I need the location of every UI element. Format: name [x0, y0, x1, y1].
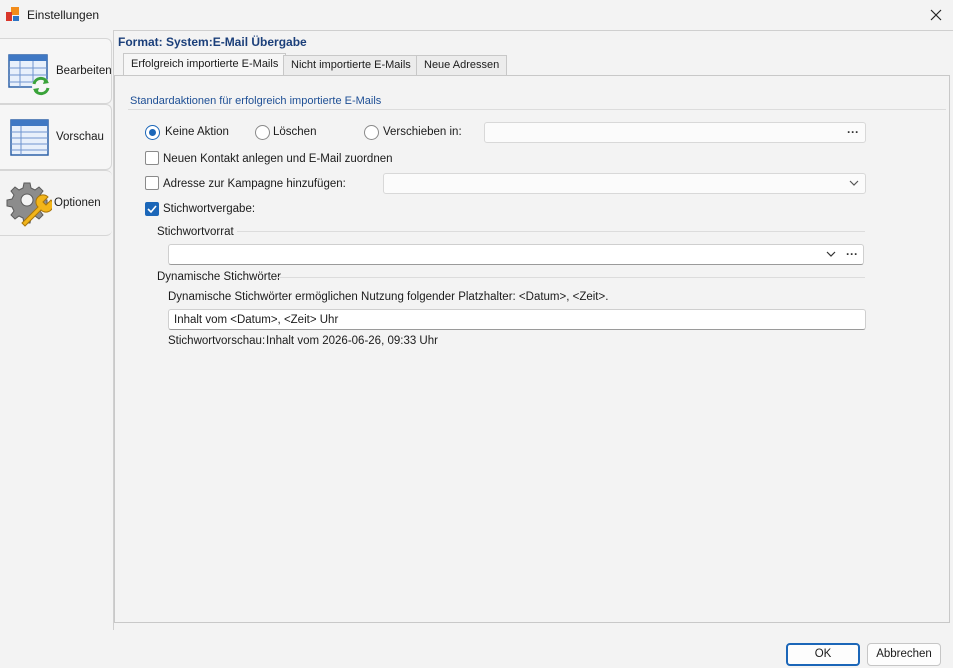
close-icon: [930, 9, 941, 21]
tab-nicht-importierte[interactable]: Nicht importierte E-Mails: [283, 55, 419, 75]
ok-button[interactable]: OK: [786, 643, 860, 666]
browse-button[interactable]: ···: [847, 125, 859, 139]
dynamic-keywords-input[interactable]: Inhalt vom <Datum>, <Zeit> Uhr: [168, 309, 866, 330]
format-title: Format: System:E-Mail Übergabe: [118, 35, 307, 49]
window-title: Einstellungen: [27, 8, 100, 22]
radio-verschieben[interactable]: [364, 125, 379, 140]
table-preview-icon: [10, 119, 49, 156]
radio-keine-aktion-label: Keine Aktion: [165, 126, 229, 138]
close-button[interactable]: [918, 0, 953, 30]
dynamic-keywords-divider: [275, 277, 865, 278]
sidebar-item-bearbeiten[interactable]: Bearbeiten: [0, 38, 112, 104]
app-logo-icon: [6, 7, 20, 21]
sidebar: Bearbeiten Vorschau Optionen: [0, 30, 113, 630]
radio-verschieben-label: Verschieben in:: [383, 126, 462, 138]
chevron-down-icon: [826, 251, 836, 257]
checkmark-icon: [147, 205, 157, 214]
radio-loeschen-label: Löschen: [273, 126, 317, 138]
group-title: Standardaktionen für erfolgreich importi…: [130, 95, 382, 107]
keyword-pool-browse-button[interactable]: ···: [846, 247, 858, 261]
keyword-pool-title: Stichwortvorrat: [157, 226, 234, 238]
tab-neue-adressen[interactable]: Neue Adressen: [416, 55, 508, 75]
keywords-label: Stichwortvergabe:: [163, 203, 256, 215]
keyword-pool-select[interactable]: ···: [168, 244, 864, 265]
title-bar: Einstellungen: [0, 0, 953, 30]
sidebar-item-label: Bearbeiten: [56, 65, 112, 77]
group-divider: [128, 109, 946, 110]
move-target-field[interactable]: ···: [484, 122, 866, 143]
sidebar-item-vorschau[interactable]: Vorschau: [0, 104, 112, 170]
keyword-preview-value: Inhalt vom 2026-06-26, 09:33 Uhr: [266, 335, 438, 347]
radio-loeschen[interactable]: [255, 125, 270, 140]
campaign-checkbox[interactable]: [145, 176, 159, 190]
table-refresh-icon: [8, 54, 50, 96]
tab-erfolgreich-importierte[interactable]: Erfolgreich importierte E-Mails: [123, 53, 287, 75]
campaign-select[interactable]: [383, 173, 866, 194]
dynamic-keywords-title: Dynamische Stichwörter: [157, 271, 281, 283]
keyword-pool-divider: [237, 231, 865, 232]
sidebar-item-label: Vorschau: [56, 131, 104, 143]
keywords-checkbox[interactable]: [145, 202, 159, 216]
sidebar-item-label: Optionen: [54, 197, 101, 209]
sidebar-item-optionen[interactable]: Optionen: [0, 170, 112, 236]
new-contact-label: Neuen Kontakt anlegen und E-Mail zuordne…: [163, 153, 393, 165]
gear-wrench-icon: [6, 182, 52, 227]
keyword-preview-label: Stichwortvorschau:: [168, 335, 266, 347]
new-contact-checkbox[interactable]: [145, 151, 159, 165]
radio-keine-aktion[interactable]: [145, 125, 160, 140]
dynamic-keywords-description: Dynamische Stichwörter ermöglichen Nutzu…: [168, 291, 609, 303]
cancel-button[interactable]: Abbrechen: [867, 643, 941, 666]
chevron-down-icon: [849, 180, 859, 186]
campaign-label: Adresse zur Kampagne hinzufügen:: [163, 178, 346, 190]
